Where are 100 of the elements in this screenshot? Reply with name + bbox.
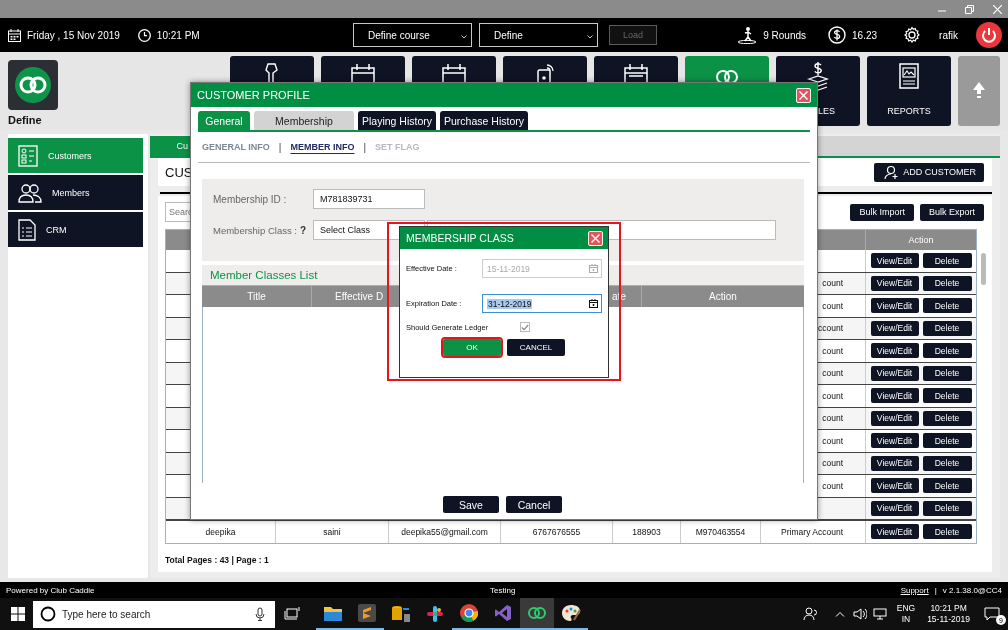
network-icon[interactable] [872, 608, 887, 620]
power-button[interactable] [976, 22, 1002, 48]
row-action-button[interactable]: View/Edit [870, 433, 919, 449]
row-action-button[interactable]: Delete [922, 388, 972, 404]
course-dropdown[interactable]: Define course [353, 23, 472, 47]
row-action-button[interactable]: View/Edit [870, 478, 919, 494]
report-icon [897, 62, 921, 90]
scroll-up-button[interactable] [958, 56, 1000, 126]
browser-icon [460, 604, 478, 622]
dialog-button[interactable]: OK [443, 339, 501, 356]
bulk-button[interactable]: Bulk Import [850, 203, 914, 221]
column-header: Title [202, 286, 312, 307]
table-cell: count [822, 458, 843, 469]
arrow-up-icon [972, 81, 986, 101]
taskbar-date[interactable]: 15-11-2019 [927, 614, 970, 625]
people-icon[interactable] [802, 607, 819, 621]
column-header: Effective D [334, 290, 385, 304]
rounds-count: 9 Rounds [763, 29, 807, 41]
row-action-button[interactable]: Delete [922, 500, 972, 516]
dialog-button[interactable]: CANCEL [507, 339, 565, 356]
microphone-icon[interactable] [255, 607, 265, 621]
row-action-button[interactable]: View/Edit [870, 320, 919, 336]
golfer-icon [737, 26, 758, 44]
row-action-button[interactable]: View/Edit [870, 253, 919, 269]
powered-by-text: Powered by Club Caddie [6, 585, 95, 595]
dialog-tab[interactable]: Membership [254, 111, 354, 130]
time-text: 10:21 PM [156, 29, 200, 41]
table-cell: count [822, 435, 843, 446]
table-cell: count [822, 390, 843, 401]
row-action-button[interactable]: Delete [922, 298, 972, 314]
row-action-button[interactable]: View/Edit [870, 298, 919, 314]
sidebar-item[interactable]: Members [8, 175, 143, 210]
region-text[interactable]: IN [901, 614, 911, 625]
date-field[interactable]: 31-12-2019 [482, 294, 602, 313]
section-link[interactable]: GENERAL INFO [202, 142, 270, 152]
table-cell: ccount [817, 323, 843, 334]
membership-id-field[interactable]: M781839731 [313, 189, 425, 209]
add-customer-button[interactable]: ADD CUSTOMER [874, 162, 984, 182]
bulk-button[interactable]: Bulk Export [919, 203, 984, 221]
settings-icon[interactable] [903, 26, 922, 44]
calendar-icon[interactable] [589, 299, 598, 308]
folder-icon [324, 605, 342, 621]
row-action-button[interactable]: View/Edit [870, 455, 919, 471]
table-cell: count [822, 300, 843, 311]
calendar-icon [8, 28, 21, 42]
row-action-button[interactable]: Delete [922, 455, 972, 471]
row-action-button[interactable]: Delete [922, 433, 972, 449]
row-action-button[interactable]: View/Edit [870, 365, 919, 381]
brand-name: Define [8, 114, 43, 126]
row-action-button[interactable]: View/Edit [870, 410, 919, 426]
dialog-tab[interactable]: General [198, 111, 250, 130]
row-action-button[interactable]: Delete [922, 365, 972, 381]
restore-icon[interactable] [965, 4, 974, 14]
dialog-tab[interactable]: Purchase History [440, 111, 528, 130]
people-icon [18, 182, 42, 203]
dialog-button[interactable]: Cancel [506, 496, 562, 513]
user-name[interactable]: rafik [939, 29, 958, 41]
sidebar-item[interactable]: Customers [8, 138, 143, 173]
facility-dropdown[interactable]: Define [479, 23, 598, 47]
taskbar-time[interactable]: 10:21 PM [930, 603, 967, 614]
row-action-button[interactable]: Delete [922, 253, 972, 269]
database-icon [391, 605, 411, 623]
windows-start-icon[interactable] [11, 607, 25, 621]
page-tab[interactable]: Cu [150, 136, 190, 156]
sidebar-item[interactable]: CRM [8, 212, 143, 247]
row-action-button[interactable]: Delete [922, 275, 972, 291]
support-link[interactable]: Support [900, 585, 929, 595]
speaker-icon[interactable] [852, 608, 867, 620]
scrollbar-thumb[interactable] [981, 253, 986, 285]
add-person-icon [884, 164, 901, 180]
table-cell: count [822, 480, 843, 491]
dialog-tab[interactable]: Playing History [358, 111, 437, 130]
row-action-button[interactable]: Delete [922, 320, 972, 336]
language-text[interactable]: ENG [896, 603, 916, 614]
task-view-icon[interactable] [284, 607, 300, 621]
table-cell: deepika55@gmail.com [401, 526, 488, 537]
taskbar-search-field[interactable]: Type here to search [33, 600, 275, 628]
row-action-button[interactable]: View/Edit [870, 388, 919, 404]
column-header: Action [708, 290, 738, 304]
row-action-button[interactable]: View/Edit [870, 524, 919, 540]
clock-icon [137, 28, 151, 42]
table-cell: count [822, 413, 843, 424]
row-action-button[interactable]: Delete [922, 524, 972, 540]
close-button[interactable] [796, 87, 811, 103]
section-link[interactable]: MEMBER INFO [290, 142, 355, 152]
chevron-up-icon[interactable] [834, 611, 845, 617]
row-action-button[interactable]: View/Edit [870, 343, 919, 359]
dialog-title: CUSTOMER PROFILE [197, 89, 310, 101]
help-mark[interactable]: ? [299, 224, 307, 236]
message-icon [984, 607, 1000, 621]
row-action-button[interactable]: Delete [922, 410, 972, 426]
nav-tile[interactable]: REPORTS [867, 56, 951, 126]
row-action-button[interactable]: View/Edit [870, 275, 919, 291]
close-icon[interactable] [993, 4, 1002, 14]
row-action-button[interactable]: Delete [922, 478, 972, 494]
table-cell: count [822, 278, 843, 289]
row-action-button[interactable]: View/Edit [870, 500, 919, 516]
close-button[interactable] [588, 230, 603, 246]
row-action-button[interactable]: Delete [922, 343, 972, 359]
dialog-button[interactable]: Save [443, 496, 499, 513]
